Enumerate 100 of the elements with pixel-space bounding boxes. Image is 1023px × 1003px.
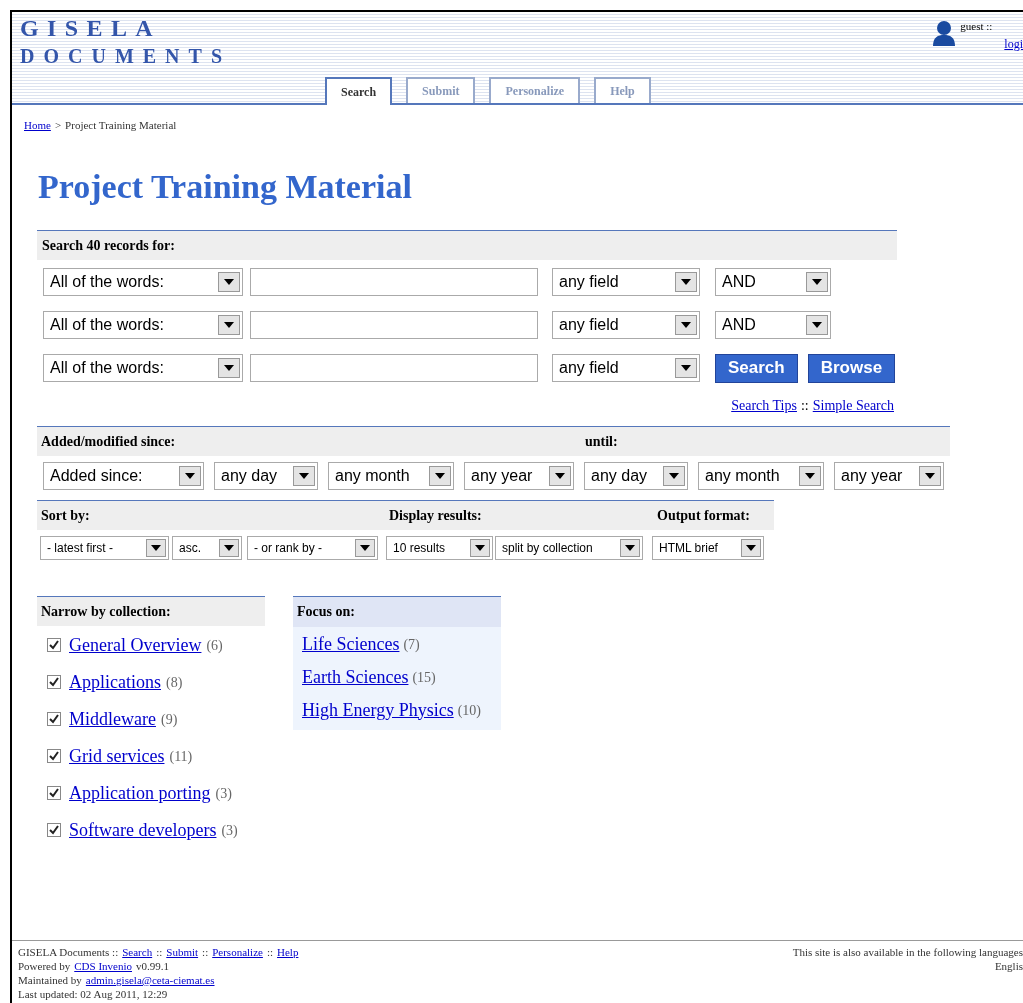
caret-icon bbox=[675, 271, 697, 292]
link[interactable]: Software developers bbox=[69, 816, 217, 844]
language-name: Englis bbox=[994, 959, 1023, 973]
link[interactable]: Applications bbox=[69, 668, 161, 696]
dropdown[interactable]: AND bbox=[715, 310, 831, 339]
dropdown[interactable]: any field bbox=[552, 354, 700, 382]
breadcrumb-current: Project Training Material bbox=[65, 118, 177, 133]
item-count: (9) bbox=[160, 710, 178, 729]
caret-icon bbox=[355, 538, 375, 557]
link[interactable]: Grid services bbox=[69, 742, 165, 770]
dropdown[interactable]: AND bbox=[715, 267, 831, 296]
dropdown[interactable]: any day bbox=[584, 461, 688, 490]
link[interactable]: High Energy Physics bbox=[302, 696, 454, 724]
caret-icon bbox=[741, 538, 761, 557]
checkbox[interactable] bbox=[47, 638, 61, 652]
checkbox[interactable] bbox=[47, 675, 61, 689]
footer-text: v0.99.1 bbox=[136, 959, 169, 973]
link[interactable]: admin.gisela@ceta-ciemat.es bbox=[85, 973, 215, 987]
footer-text: :: bbox=[202, 945, 209, 959]
item-count: (7) bbox=[403, 635, 420, 654]
caret-icon bbox=[429, 465, 451, 486]
user-name: guest :: bbox=[960, 19, 994, 34]
link[interactable]: Home bbox=[24, 117, 51, 134]
dropdown[interactable]: split by collection bbox=[495, 535, 643, 560]
link[interactable]: Search Tips bbox=[731, 394, 797, 416]
section-heading: Focus on: bbox=[297, 603, 355, 621]
footer-text: :: bbox=[156, 945, 163, 959]
caret-icon bbox=[806, 314, 828, 335]
breadcrumb-separator: > bbox=[54, 118, 62, 133]
dropdown[interactable]: All of the words: bbox=[43, 310, 243, 339]
link[interactable]: Life Sciences bbox=[302, 630, 400, 658]
caret-icon bbox=[663, 465, 685, 486]
dropdown[interactable]: any year bbox=[834, 461, 944, 490]
section-heading: Sort by: bbox=[41, 506, 91, 525]
link[interactable]: Personalize bbox=[212, 945, 263, 959]
search-button[interactable]: Search bbox=[715, 353, 798, 383]
dropdown[interactable]: any field bbox=[552, 310, 700, 339]
section-heading: Search 40 records for: bbox=[42, 236, 175, 255]
link-separator: :: bbox=[800, 396, 809, 415]
caret-icon bbox=[218, 271, 240, 292]
link[interactable]: CDS Invenio bbox=[74, 959, 132, 973]
link[interactable]: Help bbox=[277, 945, 299, 959]
item-count: (11) bbox=[169, 747, 193, 766]
dropdown[interactable]: Added since: bbox=[43, 461, 204, 490]
caret-icon bbox=[919, 465, 941, 486]
dropdown[interactable]: any day bbox=[214, 461, 318, 490]
checkbox[interactable] bbox=[47, 712, 61, 726]
search-field[interactable] bbox=[250, 354, 538, 382]
page-title: Project Training Material bbox=[38, 169, 413, 204]
tab[interactable]: Search bbox=[325, 77, 393, 105]
link[interactable]: General Overview bbox=[69, 631, 202, 659]
dropdown[interactable]: All of the words: bbox=[43, 354, 243, 382]
link[interactable]: logi bbox=[960, 34, 1023, 53]
link[interactable]: Earth Sciences bbox=[302, 663, 409, 691]
section-heading: Display results: bbox=[389, 506, 483, 525]
caret-icon bbox=[146, 538, 166, 557]
browse-button[interactable]: Browse bbox=[807, 353, 896, 383]
caret-icon bbox=[219, 538, 239, 557]
dropdown[interactable]: - latest first - bbox=[40, 535, 169, 560]
footer-text: :: bbox=[266, 945, 274, 959]
search-field[interactable] bbox=[250, 267, 538, 296]
link[interactable]: Submit bbox=[166, 945, 199, 959]
search-field[interactable] bbox=[250, 310, 538, 339]
item-count: (3) bbox=[215, 784, 232, 803]
caret-icon bbox=[549, 465, 571, 486]
section-heading: Added/modified since: bbox=[41, 432, 177, 451]
dropdown[interactable]: - or rank by - bbox=[247, 535, 378, 560]
dropdown[interactable]: HTML brief bbox=[652, 535, 764, 560]
link[interactable]: Simple Search bbox=[812, 394, 894, 416]
logo-text: DOCUMENTS bbox=[20, 46, 231, 66]
caret-icon bbox=[799, 465, 821, 486]
item-count: (6) bbox=[206, 636, 223, 655]
user-icon bbox=[932, 20, 957, 46]
caret-icon bbox=[218, 314, 240, 335]
dropdown[interactable]: any month bbox=[698, 461, 824, 490]
item-count: (3) bbox=[221, 821, 238, 840]
logo-text: GISELA bbox=[20, 16, 163, 40]
dropdown[interactable]: any year bbox=[464, 461, 574, 490]
caret-icon bbox=[179, 465, 201, 486]
footer-text: Powered by bbox=[18, 959, 71, 973]
link[interactable]: Search bbox=[122, 945, 153, 959]
caret-icon bbox=[293, 465, 315, 486]
section-heading: Narrow by collection: bbox=[41, 602, 171, 621]
checkbox[interactable] bbox=[47, 823, 61, 837]
item-count: (10) bbox=[457, 701, 481, 720]
footer-text: Last updated: 02 Aug 2011, 12:29 bbox=[18, 987, 169, 1001]
footer-text: GISELA Documents :: bbox=[18, 945, 119, 959]
link[interactable]: Middleware bbox=[69, 705, 156, 733]
caret-icon bbox=[218, 358, 240, 378]
dropdown[interactable]: All of the words: bbox=[43, 267, 243, 296]
checkbox[interactable] bbox=[47, 749, 61, 763]
link[interactable]: Application porting bbox=[69, 779, 211, 807]
dropdown[interactable]: any month bbox=[328, 461, 454, 490]
footer-text: Maintained by bbox=[18, 973, 82, 987]
dropdown[interactable]: 10 results bbox=[386, 535, 493, 560]
checkbox[interactable] bbox=[47, 786, 61, 800]
footer-text: This site is also available in the following languages bbox=[792, 945, 1023, 959]
dropdown[interactable]: any field bbox=[552, 267, 700, 296]
dropdown[interactable]: asc. bbox=[172, 535, 242, 560]
caret-icon bbox=[470, 538, 490, 557]
